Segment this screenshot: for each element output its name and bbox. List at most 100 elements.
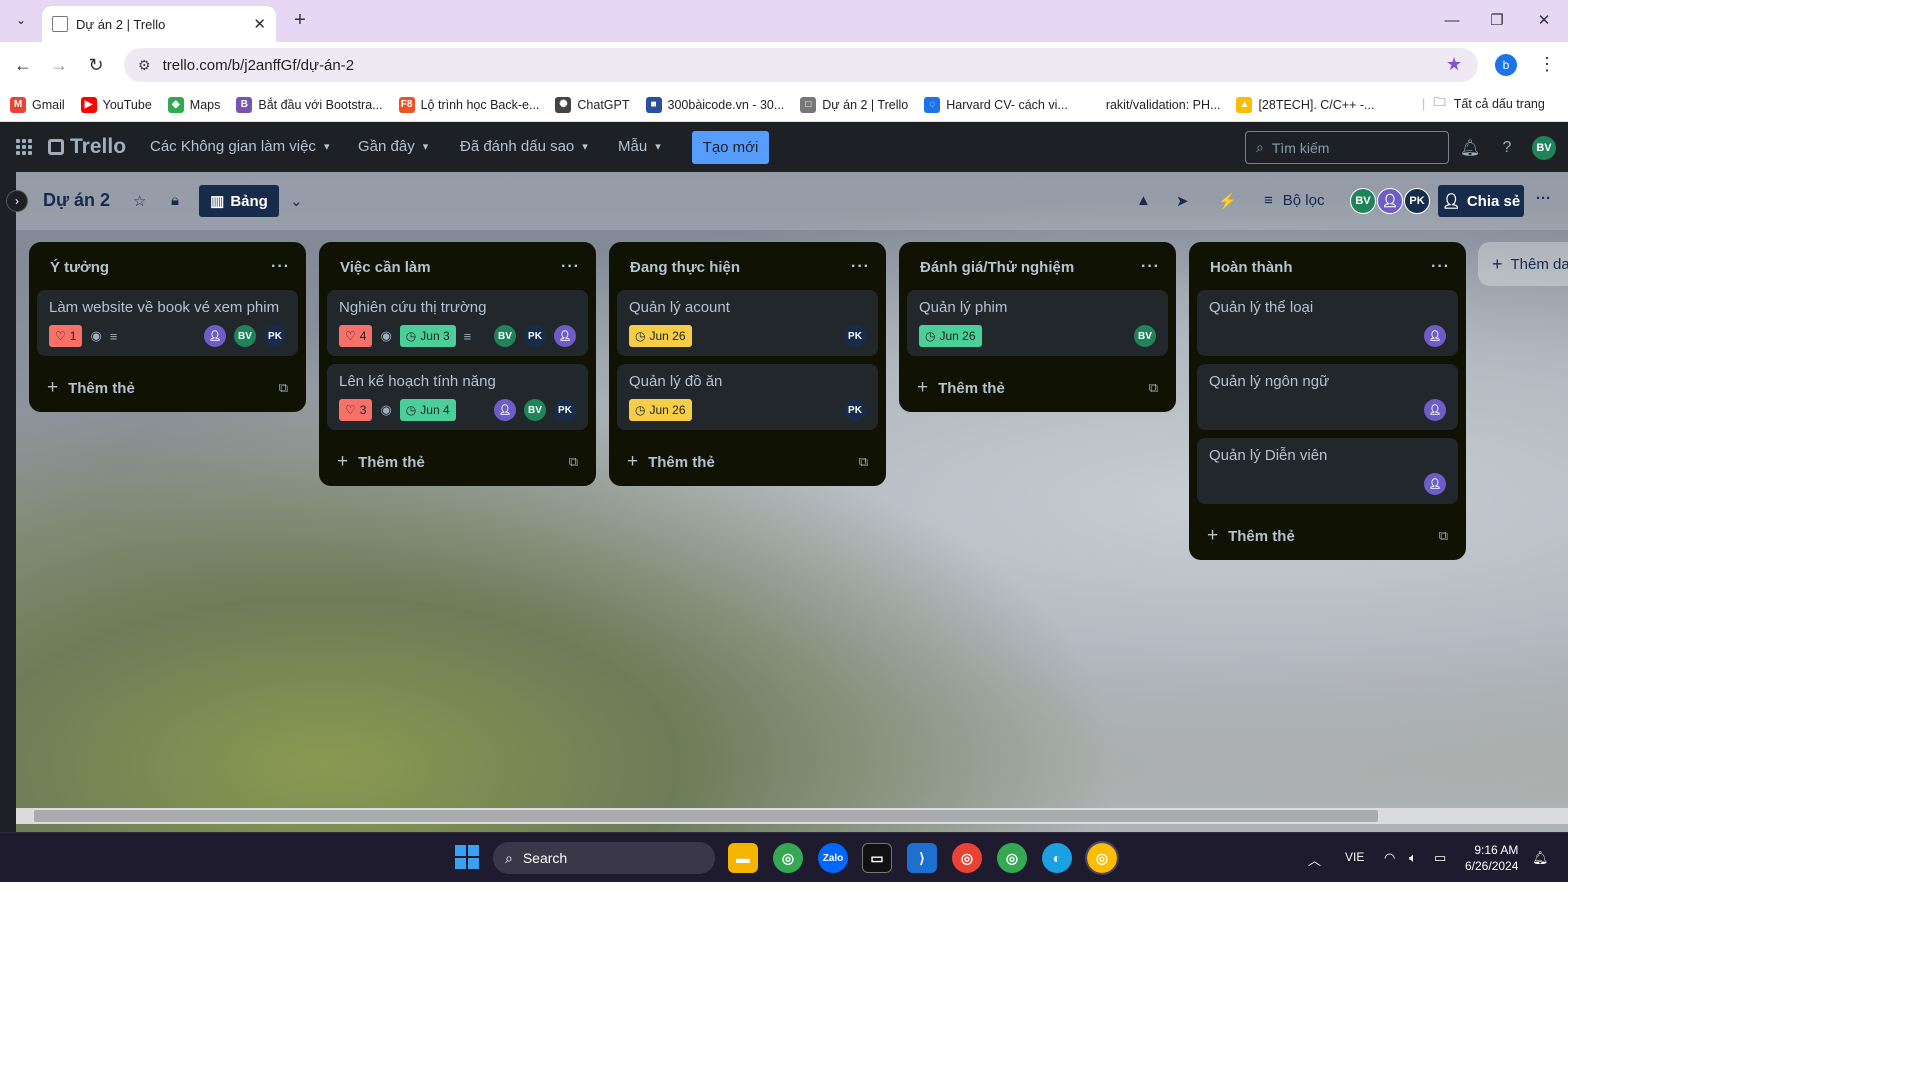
list-header[interactable]: Đang thực hiện ··· [617, 250, 878, 284]
site-info-icon[interactable]: ⚙ [138, 57, 151, 74]
visibility-lock-icon[interactable]: 🔒︎ [171, 192, 179, 209]
chrome-icon[interactable]: ◎ [773, 843, 803, 873]
add-card[interactable]: + Thêm thẻ [47, 377, 135, 399]
list-menu-icon[interactable]: ··· [561, 258, 580, 276]
card[interactable]: Quản lý đồ ăn ◷ Jun 26 PK [617, 364, 878, 430]
menu-workspaces[interactable]: Các Không gian làm việc ▾ [150, 138, 329, 155]
all-bookmarks[interactable]: | 🗀 Tất cả dấu trang [1422, 93, 1545, 114]
member-avatar[interactable]: BV [1350, 188, 1376, 214]
member-avatar[interactable]: BV [234, 325, 256, 347]
bookmark-item[interactable]: ◆ Maps [167, 96, 220, 113]
account-avatar[interactable]: BV [1532, 136, 1556, 160]
list-header[interactable]: Ý tưởng ··· [37, 250, 298, 284]
card[interactable]: Lên kế hoạch tính năng ♡ 3 ◉ ◷ Jun 4 👤︎ BV PK [327, 364, 588, 430]
card[interactable]: Quản lý Diễn viên 👤︎ [1197, 438, 1458, 504]
filter-button[interactable]: ≡ Bộ lọc [1264, 192, 1324, 209]
maximize-button[interactable]: ❐ [1477, 8, 1517, 32]
scrollbar-thumb[interactable] [34, 810, 1378, 822]
card[interactable]: Quản lý phim ◷ Jun 26 BV [907, 290, 1168, 356]
show-hidden-icons[interactable]: ︿ [1308, 850, 1321, 869]
list-menu-icon[interactable]: ··· [271, 258, 290, 276]
menu-starred[interactable]: Đã đánh dấu sao ▾ [460, 138, 588, 155]
app-switcher-icon[interactable] [16, 139, 32, 155]
menu-recent[interactable]: Gần đây ▾ [358, 138, 428, 155]
member-avatar[interactable]: BV [494, 325, 516, 347]
automation-icon[interactable]: ⚡ [1218, 192, 1237, 210]
card-template-icon[interactable]: ⧉ [859, 454, 868, 470]
trello-logo[interactable]: Trello [48, 135, 126, 159]
member-avatar[interactable]: PK [844, 399, 866, 421]
views-chevron-down-icon[interactable]: ⌄ [290, 192, 303, 210]
forward-button[interactable]: → [46, 52, 72, 78]
chrome-profile-b-icon[interactable]: ◎ [952, 843, 982, 873]
bookmark-item[interactable]: ▲ [28TECH]. C/C++ -... [1236, 96, 1374, 113]
add-card-button[interactable]: + Thêm thẻ ⧉ [327, 438, 588, 486]
taskbar-search[interactable]: ⌕ Search [493, 842, 715, 874]
list-title[interactable]: Đánh giá/Thử nghiệm [920, 259, 1074, 276]
rocket-icon[interactable]: ➤ [1176, 192, 1189, 210]
add-card[interactable]: + Thêm thẻ [917, 377, 1005, 399]
list-header[interactable]: Việc cần làm ··· [327, 250, 588, 284]
file-explorer-icon[interactable]: ▬ [728, 843, 758, 873]
battery-icon[interactable]: ▭ [1434, 850, 1446, 866]
list-menu-icon[interactable]: ··· [1141, 258, 1160, 276]
member-avatar[interactable]: PK [264, 325, 286, 347]
terminal-icon[interactable]: ▭ [862, 843, 892, 873]
tab-search-button[interactable]: ⌄ [8, 8, 34, 32]
bookmark-item[interactable]: B Bắt đầu với Bootstra... [236, 96, 383, 113]
bookmark-item[interactable]: M Gmail [10, 96, 65, 113]
add-card[interactable]: + Thêm thẻ [627, 451, 715, 473]
back-button[interactable]: ← [10, 52, 36, 78]
expand-sidebar-button[interactable]: › [6, 190, 28, 212]
address-bar[interactable]: ⚙ trello.com/b/j2anffGf/dự-án-2 [124, 48, 1478, 82]
wifi-icon[interactable]: ◠ [1384, 850, 1395, 866]
menu-templates[interactable]: Mẫu ▾ [618, 138, 661, 155]
close-tab-icon[interactable]: ✕ [253, 15, 266, 33]
minimize-button[interactable]: — [1432, 8, 1472, 32]
reload-button[interactable]: ↻ [83, 52, 109, 78]
card-template-icon[interactable]: ⧉ [1149, 380, 1158, 396]
edge-icon[interactable]: ◐ [1042, 843, 1072, 873]
browser-menu-icon[interactable]: ⋮ [1538, 54, 1556, 75]
chrome-profile-v-icon[interactable]: ◎ [997, 843, 1027, 873]
member-avatar-user-icon[interactable]: 👤︎ [204, 325, 226, 347]
bookmark-item[interactable]: ▶ YouTube [80, 96, 152, 113]
add-card-button[interactable]: + Thêm thẻ ⧉ [907, 364, 1168, 412]
card-template-icon[interactable]: ⧉ [279, 380, 288, 396]
profile-avatar[interactable]: b [1495, 54, 1517, 76]
card[interactable]: Quản lý acount ◷ Jun 26 PK [617, 290, 878, 356]
list-header[interactable]: Hoàn thành ··· [1197, 250, 1458, 284]
list-title[interactable]: Ý tưởng [50, 259, 109, 276]
member-avatar[interactable]: BV [524, 399, 546, 421]
zalo-icon[interactable]: Zalo [818, 843, 848, 873]
power-ups-icon[interactable]: ▲ [1136, 192, 1151, 209]
card[interactable]: Quản lý thể loại 👤︎ [1197, 290, 1458, 356]
list-header[interactable]: Đánh giá/Thử nghiệm ··· [907, 250, 1168, 284]
add-card-button[interactable]: + Thêm thẻ ⧉ [37, 364, 298, 412]
add-card-button[interactable]: + Thêm thẻ ⧉ [617, 438, 878, 486]
member-avatar-user-icon[interactable]: 👤︎ [554, 325, 576, 347]
bookmark-star-icon[interactable]: ★ [1446, 54, 1462, 75]
bookmark-item[interactable]: ◌ Harvard CV- cách vi... [924, 96, 1068, 113]
board-menu-icon[interactable]: ··· [1536, 190, 1551, 207]
board-view-button[interactable]: ▥ Bảng [199, 185, 279, 217]
member-avatar-user-icon[interactable]: 👤︎ [1377, 188, 1403, 214]
volume-icon[interactable]: 🔈︎ [1409, 850, 1417, 866]
card-template-icon[interactable]: ⧉ [1439, 528, 1448, 544]
card-template-icon[interactable]: ⧉ [569, 454, 578, 470]
search-input[interactable]: ⌕ Tìm kiếm [1245, 131, 1449, 164]
list-menu-icon[interactable]: ··· [851, 258, 870, 276]
close-window-button[interactable]: ✕ [1524, 8, 1564, 32]
list-menu-icon[interactable]: ··· [1431, 258, 1450, 276]
bookmark-item[interactable]: ✺ ChatGPT [555, 96, 630, 113]
vscode-icon[interactable]: ⟩ [907, 843, 937, 873]
member-avatar-user-icon[interactable]: 👤︎ [1424, 399, 1446, 421]
board-title[interactable]: Dự án 2 [43, 190, 110, 211]
bookmark-item[interactable]: ■ 300bàicode.vn - 30... [645, 96, 784, 113]
language-indicator[interactable]: VIE [1345, 850, 1364, 864]
star-board-icon[interactable]: ☆ [133, 192, 146, 210]
add-card-button[interactable]: + Thêm thẻ ⧉ [1197, 512, 1458, 560]
new-tab-button[interactable]: + [288, 8, 312, 32]
clock[interactable]: 9:16 AM 6/26/2024 [1465, 842, 1518, 874]
card[interactable]: Nghiên cứu thị trường ♡ 4 ◉ ◷ Jun 3 ≡ BV PK 👤︎ [327, 290, 588, 356]
